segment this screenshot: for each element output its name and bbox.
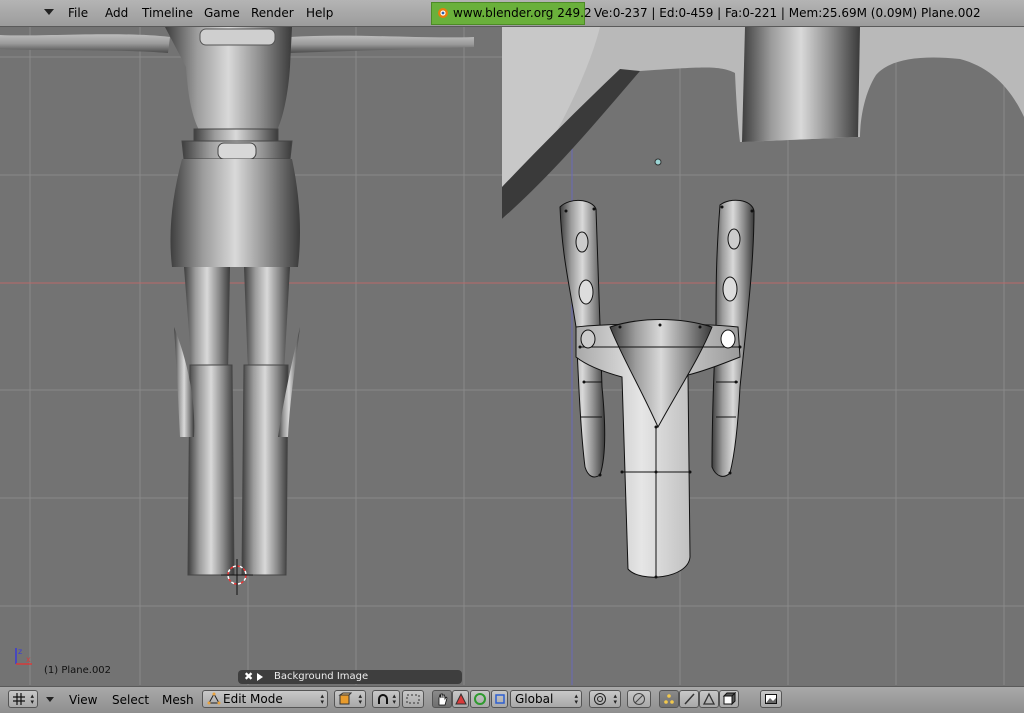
close-icon[interactable]: ✖ (244, 670, 253, 683)
menu-add[interactable]: Add (105, 6, 128, 20)
edit-mesh (559, 199, 755, 578)
background-image-label: Background Image (274, 671, 369, 682)
menu-render[interactable]: Render (251, 6, 294, 20)
object-origin-icon (654, 158, 662, 166)
3d-view-header: ▴ ▾ View Select Mesh Edit Mode ▴ ▾ ▴ ▾ ▴ ▾ (0, 686, 1024, 713)
menu-select[interactable]: Select (112, 693, 149, 707)
orientation-label: Global (515, 692, 554, 706)
rotate-manipulator-button[interactable] (470, 690, 490, 708)
pivot-align-icon (406, 694, 420, 704)
pivot-button[interactable]: ▴ ▾ (372, 690, 400, 708)
menu-view[interactable]: View (69, 693, 97, 707)
pivot-align-button[interactable] (402, 690, 424, 708)
background-reference-image (502, 27, 1024, 219)
updown-arrows-icon: ▴ ▾ (574, 692, 578, 706)
blender-logo-icon (438, 8, 448, 18)
svg-text:z: z (18, 647, 22, 656)
proportional-edit-button[interactable]: ▴ ▾ (589, 690, 621, 708)
menu-mesh[interactable]: Mesh (162, 693, 194, 707)
editor-type-button[interactable]: ▴ ▾ (8, 690, 38, 708)
grid-icon (13, 693, 25, 705)
updown-arrows-icon: ▴ ▾ (613, 692, 617, 706)
face-select-button[interactable] (699, 690, 719, 708)
header-collapse-arrow-icon[interactable] (44, 9, 54, 15)
menu-timeline[interactable]: Timeline (142, 6, 193, 20)
picture-icon (765, 694, 777, 704)
updown-arrows-icon: ▴ ▾ (320, 692, 324, 706)
info-header: File Add Timeline Game Render Help www.b… (0, 0, 1024, 27)
menu-game[interactable]: Game (204, 6, 240, 20)
scale-manipulator-button[interactable] (491, 690, 508, 708)
active-object-label: (1) Plane.002 (44, 665, 112, 676)
ring-icon (474, 693, 486, 705)
render-preview-button[interactable] (760, 690, 782, 708)
hand-button[interactable] (432, 690, 452, 708)
pivot-icon (378, 694, 388, 704)
updown-arrows-icon: ▴ ▾ (358, 692, 362, 706)
draw-type-button[interactable]: ▴ ▾ (334, 690, 366, 708)
website-link[interactable]: www.blender.org 249.2 (453, 6, 592, 20)
vertex-select-icon (664, 694, 674, 704)
background-image-panel[interactable]: ✖ Background Image (238, 670, 462, 684)
vertex-select-button[interactable] (659, 690, 679, 708)
proportional-icon (594, 693, 606, 705)
menu-file[interactable]: File (68, 6, 88, 20)
square-icon (495, 694, 505, 704)
axis-orientation-icon: z x (15, 647, 32, 665)
shading-icon (338, 692, 352, 705)
updown-arrows-icon: ▴ ▾ (392, 692, 396, 706)
menu-help[interactable]: Help (306, 6, 333, 20)
website-badge[interactable]: www.blender.org 249.2 (431, 2, 592, 25)
orientation-select[interactable]: Global ▴ ▾ (510, 690, 582, 708)
mesh-mode-icon (207, 692, 221, 705)
edge-select-button[interactable] (679, 690, 699, 708)
mode-select[interactable]: Edit Mode ▴ ▾ (202, 690, 328, 708)
svg-text:x: x (26, 655, 31, 664)
3d-viewport[interactable]: z x (1) Plane.002 ✖ Background Image (0, 27, 1024, 685)
mode-label: Edit Mode (223, 692, 283, 706)
occlude-geometry-button[interactable] (719, 690, 739, 708)
translate-manipulator-button[interactable] (452, 690, 469, 708)
cube-icon (722, 692, 736, 706)
collapse-menu-arrow-icon[interactable] (46, 697, 54, 702)
viewport-scene[interactable] (0, 27, 1024, 685)
snap-button[interactable] (627, 690, 651, 708)
face-select-icon (702, 692, 716, 705)
expand-arrow-icon[interactable] (257, 673, 263, 681)
triangle-icon (455, 693, 467, 705)
character-model (0, 27, 474, 576)
hand-icon (438, 693, 448, 706)
edge-select-icon (684, 693, 695, 705)
snap-icon (633, 693, 645, 705)
updown-arrows-icon: ▴ ▾ (30, 692, 34, 706)
scene-stats: Ve:0-237 | Ed:0-459 | Fa:0-221 | Mem:25.… (594, 6, 981, 20)
